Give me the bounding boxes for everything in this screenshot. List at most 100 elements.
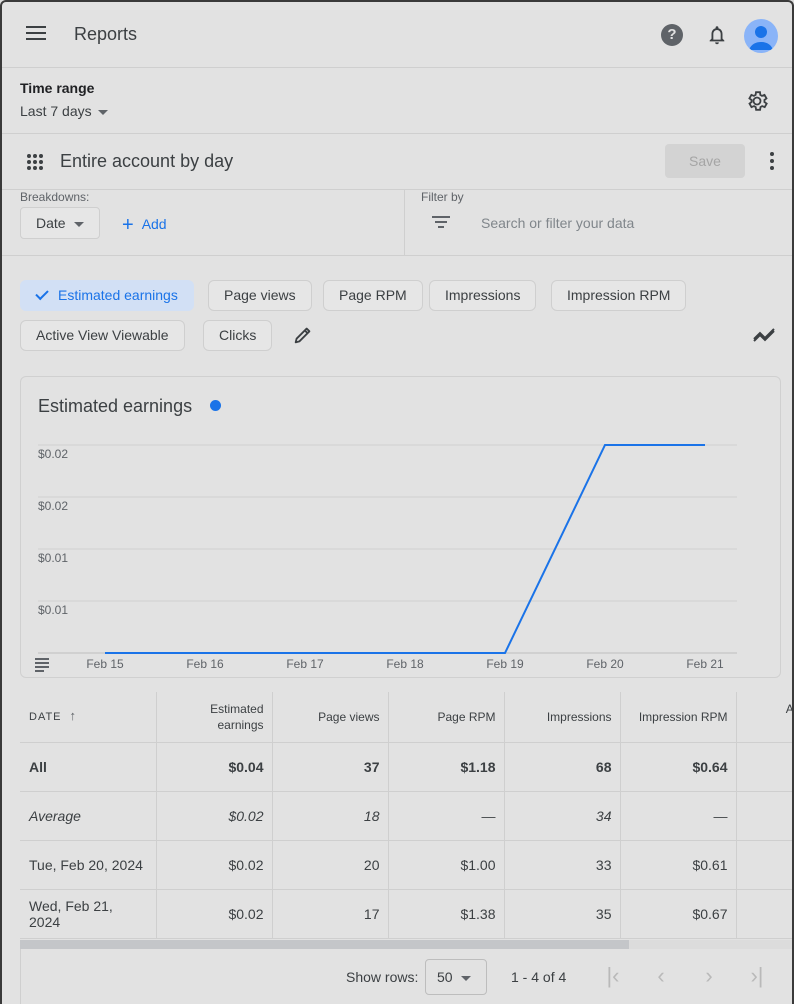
chart-trend-icon[interactable] [752,324,776,346]
app-window: Reports ? Time range Last 7 days Entire … [0,0,794,1004]
breakdown-filter-bar: Breakdowns: Date + Add Filter by Search o… [2,190,792,256]
metric-chip-label: Estimated earnings [58,287,178,303]
top-app-bar: Reports ? [2,2,792,68]
pencil-icon[interactable] [292,324,314,346]
table-cell: 35 [504,889,621,939]
table-cell: $0.02 [156,791,273,841]
previous-page-icon[interactable]: ‹ [649,965,673,989]
notifications-icon[interactable] [706,24,728,46]
pagination-bar: Show rows: 50 1 - 4 of 4 |‹ ‹ › ›| [20,949,792,1004]
report-table: DATE ↑ Estimated earnings Page views Page… [20,692,792,939]
x-tick-label: Feb 16 [186,657,224,671]
plus-icon: + [122,214,134,236]
chevron-down-icon [73,221,84,227]
add-breakdown-label: Add [141,216,167,232]
column-header-label: DATE [29,711,62,724]
column-header-page-views[interactable]: Page views [272,692,389,743]
row-label-cell: Tue, Feb 20, 2024 [20,840,157,890]
date-breakdown-label: Date [36,215,66,231]
table-cell: 68 [504,742,621,792]
report-header: Entire account by day Save [2,134,792,190]
table-row: Wed, Feb 21, 2024 $0.02 17 $1.38 35 $0.67 [20,889,792,939]
table-cell: $0.02 [156,889,273,939]
save-button[interactable]: Save [665,144,745,178]
metric-chip-impression-rpm[interactable]: Impression RPM [551,280,687,311]
first-page-icon[interactable]: |‹ [601,965,625,989]
x-tick-label: Feb 15 [86,657,124,671]
metric-chip-label: Impression RPM [567,287,671,303]
metric-chip-label: Clicks [219,327,257,343]
show-rows-label: Show rows: [346,969,419,985]
scrollbar-thumb[interactable] [20,940,629,949]
help-icon[interactable]: ? [661,24,683,46]
pagination-range: 1 - 4 of 4 [511,969,567,985]
column-header-impression-rpm[interactable]: Impression RPM [620,692,737,743]
time-range-dropdown[interactable]: Last 7 days [20,103,108,119]
table-cell: 33 [504,840,621,890]
metric-chip-label: Impressions [445,287,521,303]
add-breakdown-button[interactable]: + Add [122,214,167,237]
x-tick-label: Feb 17 [286,657,324,671]
more-vert-icon[interactable] [770,152,776,172]
report-table-container: DATE ↑ Estimated earnings Page views Page… [20,692,792,940]
table-cell [736,840,792,890]
y-tick-label: $0.02 [38,499,68,513]
metric-chip-active-view-viewable[interactable]: Active View Viewable [20,320,185,351]
next-page-icon[interactable]: › [697,965,721,989]
x-tick-label: Feb 19 [486,657,524,671]
horizontal-scrollbar[interactable] [20,940,792,949]
table-cell: $0.61 [620,840,737,890]
chevron-down-icon [97,109,108,115]
table-cell: 17 [272,889,389,939]
column-header-estimated-earnings[interactable]: Estimated earnings [156,692,273,743]
y-tick-label: $0.02 [38,447,68,461]
report-title: Entire account by day [60,151,234,171]
filter-search-input[interactable]: Search or filter your data [481,215,634,231]
metric-chip-clicks[interactable]: Clicks [203,320,273,351]
table-cell: $0.64 [620,742,737,792]
legend-toggle-icon[interactable] [35,658,49,672]
column-header-active-view-viewable[interactable]: Active View Viewable [736,692,792,743]
row-label-cell: Average [20,791,157,841]
column-header-date[interactable]: DATE ↑ [20,692,157,743]
x-tick-label: Feb 18 [386,657,424,671]
metric-chip-page-rpm[interactable]: Page RPM [323,280,423,311]
table-cell: $1.38 [388,889,505,939]
metric-chip-page-views[interactable]: Page views [208,280,312,311]
table-cell: 37 [272,742,389,792]
table-cell [736,742,792,792]
table-cell: 18 [272,791,389,841]
row-label-cell: All [20,742,157,792]
table-cell: $0.04 [156,742,273,792]
column-header-impressions[interactable]: Impressions [504,692,621,743]
table-body: All $0.04 37 $1.18 68 $0.64 Average $0.02 18—34—… [20,742,792,939]
account-avatar[interactable] [744,19,778,53]
check-icon [35,286,49,301]
time-range-value: Last 7 days [20,103,92,119]
date-breakdown-dropdown[interactable]: Date [20,207,100,239]
metric-chip-label: Active View Viewable [36,327,169,343]
table-cell [736,889,792,939]
table-cell: $0.67 [620,889,737,939]
chevron-down-icon [460,975,471,981]
table-cell: — [620,791,737,841]
column-header-page-rpm[interactable]: Page RPM [388,692,505,743]
y-tick-label: $0.01 [38,551,68,565]
table-cell: 34 [504,791,621,841]
last-page-icon[interactable]: ›| [745,965,769,989]
gear-icon[interactable] [745,89,769,113]
breakdowns-label: Breakdowns: [20,190,90,204]
metric-chip-label: Page views [224,287,296,303]
filter-icon [432,216,450,230]
menu-icon[interactable] [26,26,46,42]
metric-chip-estimated-earnings[interactable]: Estimated earnings [20,280,194,311]
table-row: All $0.04 37 $1.18 68 $0.64 [20,742,792,792]
line-chart: $0.02 $0.02 $0.01 $0.01 Feb 15 Feb 16 Feb 17 Fe… [38,444,737,671]
table-cell: $1.18 [388,742,505,792]
filter-label: Filter by [421,190,464,204]
table-cell: $0.02 [156,840,273,890]
drag-handle-icon[interactable] [26,153,44,171]
table-row: Tue, Feb 20, 2024 $0.02 20 $1.00 33 $0.61 [20,840,792,890]
rows-per-page-select[interactable]: 50 [425,959,487,995]
metric-chip-impressions[interactable]: Impressions [429,280,537,311]
